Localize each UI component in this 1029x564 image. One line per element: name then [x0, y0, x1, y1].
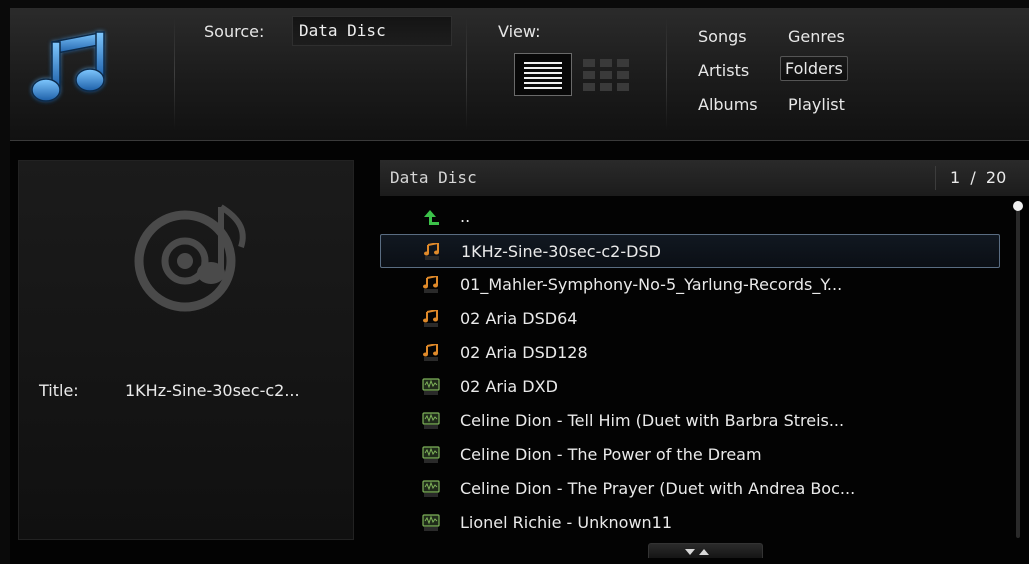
nav-playlist[interactable]: Playlist: [784, 93, 849, 116]
list-item[interactable]: Lionel Richie - Unknown11: [380, 506, 1000, 540]
wav-file-icon: [422, 446, 440, 463]
source-selector[interactable]: Data Disc: [292, 16, 452, 46]
nav-genres[interactable]: Genres: [784, 25, 849, 48]
wav-file-icon: [422, 412, 440, 429]
nav-artists[interactable]: Artists: [694, 59, 753, 82]
dsf-file-icon: [423, 276, 438, 293]
music-app-logo-icon: [31, 31, 105, 102]
scrollbar-track[interactable]: [1016, 202, 1020, 538]
dff-file-icon: [423, 344, 438, 361]
list-item[interactable]: Celine Dion - Tell Him (Duet with Barbra…: [380, 404, 1000, 438]
list-item[interactable]: 1KHz-Sine-30sec-c2-DSD: [380, 234, 1000, 268]
folder-up-icon: [424, 210, 439, 225]
nav-albums[interactable]: Albums: [694, 93, 762, 116]
list-item[interactable]: ..: [380, 200, 1000, 234]
dff-file-icon: [423, 310, 438, 327]
list-item-label: Celine Dion - Tell Him (Duet with Barbra…: [460, 411, 845, 430]
title-label: Title:: [39, 381, 79, 400]
list-item[interactable]: 01_Mahler-Symphony-No-5_Yarlung-Records_…: [380, 268, 1000, 302]
wav-file-icon: [422, 514, 440, 531]
list-item-label: Lionel Richie - Unknown11: [460, 513, 673, 532]
list-item-label: 02 Aria DXD: [460, 377, 558, 396]
page-up-down-icon: [685, 549, 709, 555]
page-indicator: 1 / 20: [950, 168, 1007, 187]
list-view-button[interactable]: [514, 53, 572, 96]
source-label: Source:: [204, 22, 265, 41]
title-value: 1KHz-Sine-30sec-c2...: [125, 381, 300, 400]
scrollbar-thumb[interactable]: [1013, 201, 1023, 211]
nav-songs[interactable]: Songs: [694, 25, 751, 48]
list-item-label: Celine Dion - The Power of the Dream: [460, 445, 762, 464]
list-item[interactable]: Celine Dion - The Prayer (Duet with Andr…: [380, 472, 1000, 506]
track-info-panel: Title: 1KHz-Sine-30sec-c2...: [18, 160, 354, 540]
page-total: 20: [985, 168, 1007, 187]
list-item-label: 02 Aria DSD128: [460, 343, 588, 362]
wav-file-icon: [422, 378, 440, 395]
page-nav-button[interactable]: [648, 543, 763, 558]
list-item-label: 1KHz-Sine-30sec-c2-DSD: [461, 242, 661, 261]
nav-folders[interactable]: Folders: [780, 56, 848, 81]
page-current: 1: [950, 168, 961, 187]
view-label: View:: [498, 22, 541, 41]
list-item-label: Celine Dion - The Prayer (Duet with Andr…: [460, 479, 856, 498]
top-bar-divider: [666, 18, 667, 130]
list-item[interactable]: 02 Aria DSD128: [380, 336, 1000, 370]
top-bar-divider: [466, 18, 467, 130]
list-item-label: 02 Aria DSD64: [460, 309, 578, 328]
list-item[interactable]: 02 Aria DSD64: [380, 302, 1000, 336]
list-item[interactable]: Celine Dion - The Power of the Dream: [380, 438, 1000, 472]
list-item-label: ..: [460, 207, 471, 226]
list-header-divider: [935, 166, 936, 190]
list-header-title: Data Disc: [390, 168, 477, 187]
list-item[interactable]: 02 Aria DXD: [380, 370, 1000, 404]
list-item-label: 01_Mahler-Symphony-No-5_Yarlung-Records_…: [460, 275, 843, 294]
top-bar-divider: [174, 18, 175, 130]
wav-file-icon: [422, 480, 440, 497]
dsf-file-icon: [424, 243, 439, 260]
list-view-icon: [524, 62, 562, 89]
list-header: Data Disc 1 / 20: [380, 160, 1029, 196]
music-disc-icon: [134, 204, 246, 312]
grid-view-button[interactable]: [583, 59, 629, 91]
